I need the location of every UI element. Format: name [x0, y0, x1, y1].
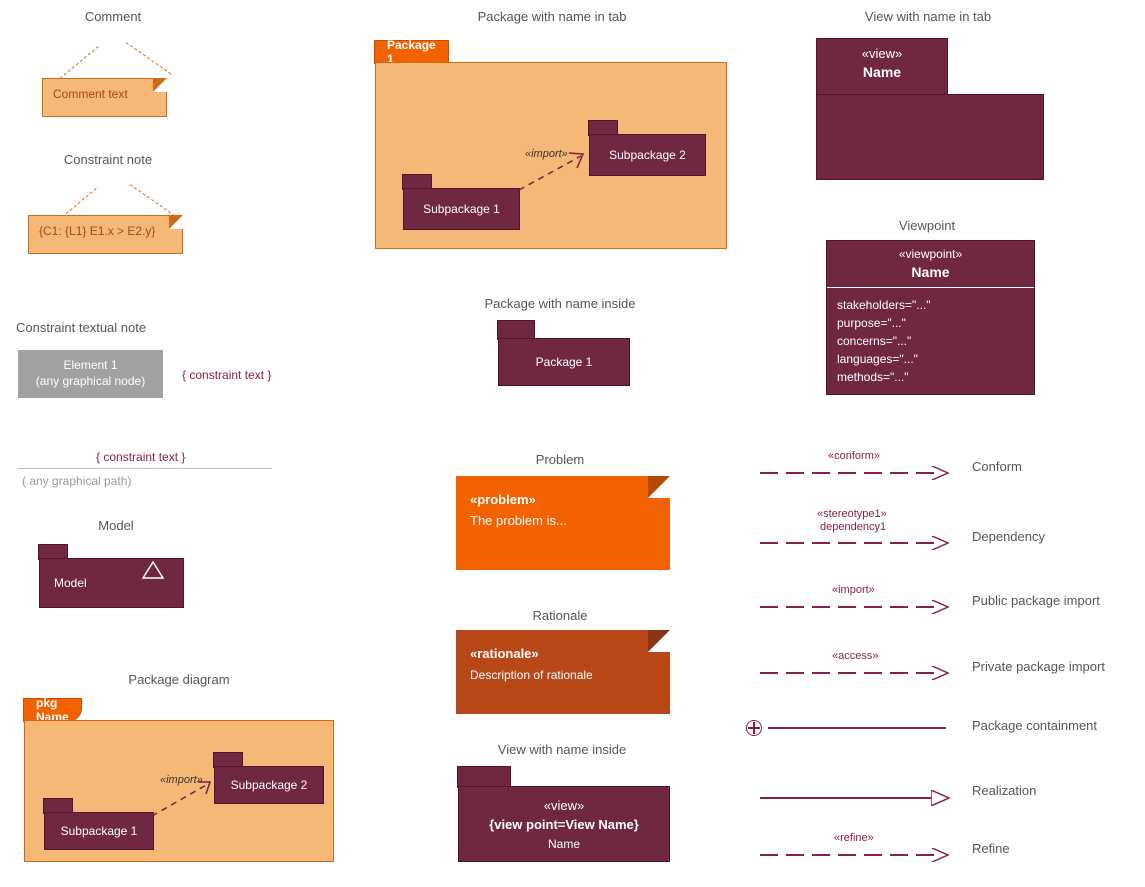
- problem-text: The problem is...: [470, 513, 567, 528]
- note-fold-icon: [648, 630, 670, 652]
- dependency-arrow: [760, 536, 950, 550]
- view-vp: {view point=View Name}: [489, 815, 639, 835]
- title-rationale: Rationale: [500, 608, 620, 623]
- model-triangle-icon: [143, 562, 163, 583]
- title-model: Model: [76, 518, 156, 533]
- note-fold-icon: [153, 78, 167, 92]
- constraint-text-path-label: { constraint text }: [96, 450, 185, 464]
- constraint-note: {C1: {L1} E1.x > E2.y}: [28, 215, 183, 254]
- title-view-tab: View with name in tab: [838, 9, 1018, 24]
- circle-plus-icon: [746, 720, 762, 736]
- model-name: Model: [54, 576, 87, 590]
- title-pkg-tab: Package with name in tab: [452, 9, 652, 24]
- constraint-note-text: {C1: {L1} E1.x > E2.y}: [39, 224, 155, 238]
- comment-attach-line: [126, 42, 172, 74]
- title-package-diagram: Package diagram: [104, 672, 254, 687]
- graphical-path-line: [18, 468, 272, 469]
- comment-text: Comment text: [53, 87, 128, 101]
- view-stereo: «view»: [544, 796, 584, 816]
- import-label: «import»: [160, 774, 203, 786]
- view-tab: «view» Name: [816, 38, 948, 96]
- pkg-tab: Package 1: [374, 40, 449, 64]
- realization-arrow: [760, 790, 951, 806]
- public-import-arrow: [760, 600, 950, 614]
- private-import-arrow: [760, 666, 950, 680]
- realization-name: Realization: [972, 783, 1036, 798]
- view-body: [816, 94, 1044, 180]
- dep-stereo1: «stereotype1»: [817, 508, 887, 520]
- viewpoint-props: stakeholders="..." purpose="..." concern…: [827, 288, 1034, 394]
- containment-name: Package containment: [972, 718, 1097, 733]
- diagram-canvas: Comment Comment text Constraint note {C1…: [0, 0, 1145, 887]
- rationale-text: Description of rationale: [470, 668, 593, 682]
- viewpoint-shape: «viewpoint» Name stakeholders="..." purp…: [826, 240, 1035, 395]
- rationale-stereo: «rationale»: [470, 646, 539, 661]
- private-import-name: Private package import: [972, 659, 1105, 674]
- title-constraint-note: Constraint note: [48, 152, 168, 167]
- import-label: «import»: [525, 148, 568, 160]
- constraint-text-side: { constraint text }: [182, 368, 271, 382]
- comment-attach-line: [60, 46, 99, 79]
- refine-arrow: [760, 848, 950, 862]
- title-viewpoint: Viewpoint: [862, 218, 992, 233]
- comment-note: Comment text: [42, 78, 167, 117]
- graphical-node: Element 1 (any graphical node): [18, 350, 163, 398]
- note-fold-icon: [648, 476, 670, 498]
- conform-stereo: «conform»: [828, 450, 880, 462]
- conform-name: Conform: [972, 459, 1022, 474]
- dep-stereo2: dependency1: [820, 521, 886, 533]
- refine-name: Refine: [972, 841, 1010, 856]
- graphical-path-sub: ( any graphical path): [22, 474, 182, 488]
- refine-stereo: «refine»: [834, 832, 874, 844]
- dependency-name: Dependency: [972, 529, 1045, 544]
- problem-stereo: «problem»: [470, 492, 536, 507]
- priv-import-stereo: «access»: [832, 650, 878, 662]
- title-problem: Problem: [500, 452, 620, 467]
- title-pkg-inside: Package with name inside: [460, 296, 660, 311]
- containment-arrow: [746, 720, 946, 736]
- viewpoint-header: «viewpoint» Name: [827, 241, 1034, 288]
- pkg-tab: pkg Name: [23, 698, 82, 722]
- title-view-inside: View with name inside: [472, 742, 652, 757]
- constraint-attach-line: [130, 184, 176, 216]
- view-name: Name: [548, 835, 580, 853]
- title-constraint-textual: Constraint textual note: [16, 320, 186, 335]
- pub-import-stereo: «import»: [832, 584, 875, 596]
- conform-arrow: [760, 466, 950, 480]
- problem-note: «problem» The problem is...: [456, 476, 670, 570]
- note-fold-icon: [169, 215, 183, 229]
- rationale-note: «rationale» Description of rationale: [456, 630, 670, 714]
- title-comment: Comment: [68, 9, 158, 24]
- public-import-name: Public package import: [972, 593, 1100, 608]
